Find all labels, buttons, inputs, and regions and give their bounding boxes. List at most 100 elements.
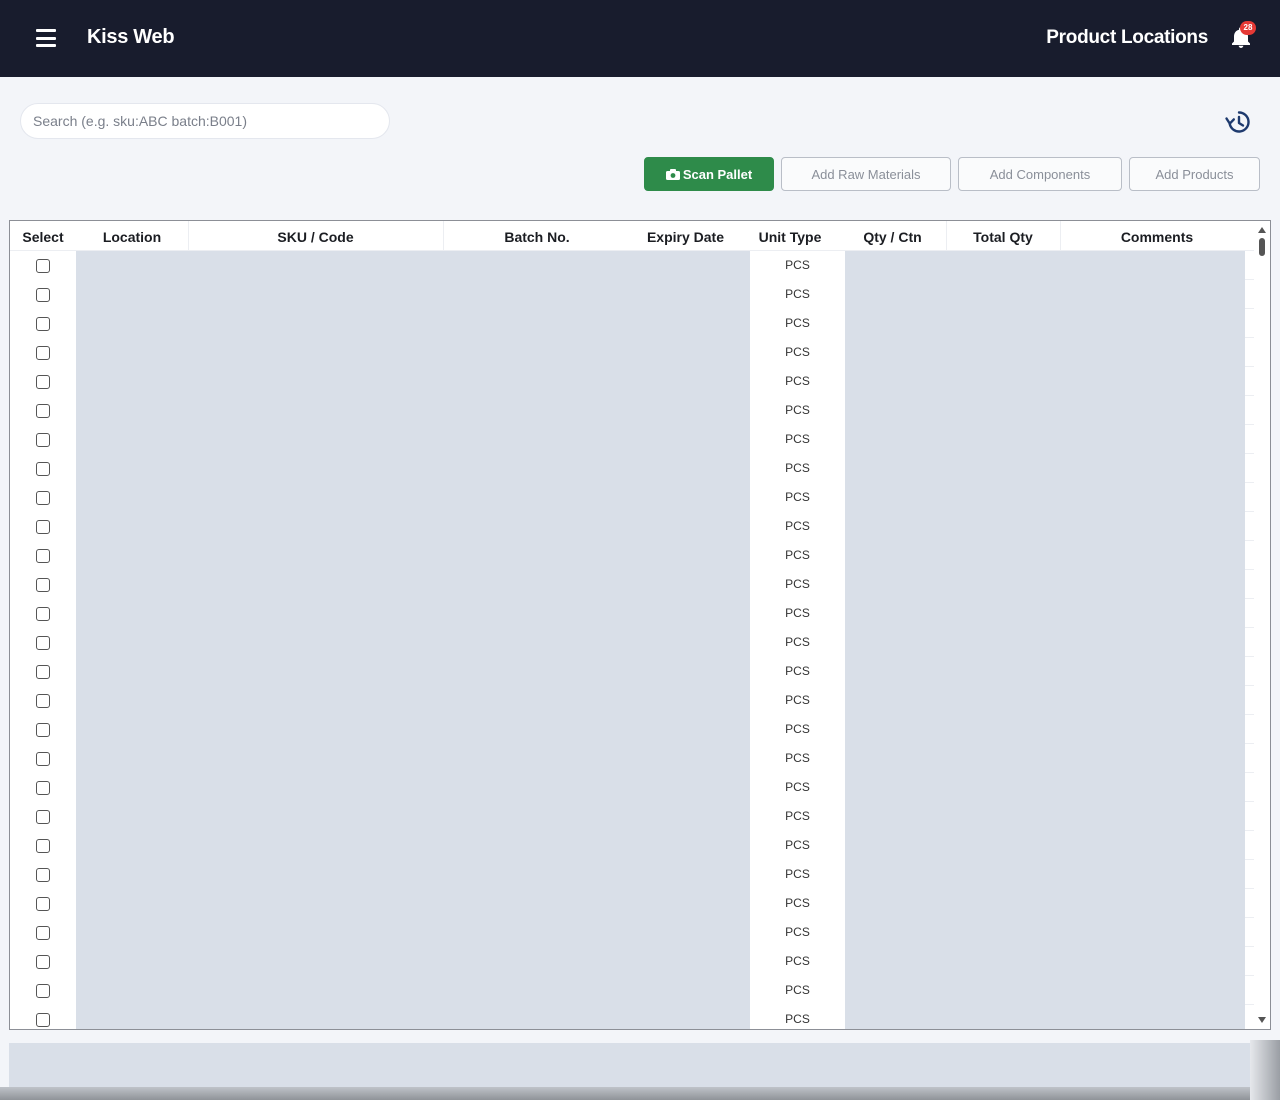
row-select-checkbox[interactable] <box>36 984 50 998</box>
search-input[interactable] <box>20 103 390 139</box>
row-select-checkbox[interactable] <box>36 926 50 940</box>
row-select-checkbox[interactable] <box>36 1013 50 1027</box>
app-title: Kiss Web <box>87 26 175 48</box>
row-select-checkbox[interactable] <box>36 636 50 650</box>
column-header-location[interactable]: Location <box>76 221 188 251</box>
row-select-checkbox[interactable] <box>36 288 50 302</box>
column-header-batch[interactable]: Batch No. <box>443 221 631 251</box>
unit-type-cell: PCS <box>785 345 810 359</box>
row-select-checkbox[interactable] <box>36 781 50 795</box>
row-select-checkbox[interactable] <box>36 723 50 737</box>
unit-type-cell: PCS <box>785 258 810 272</box>
scan-pallet-button[interactable]: Scan Pallet <box>644 157 774 191</box>
row-select-checkbox[interactable] <box>36 462 50 476</box>
table-row: PCS <box>10 860 1254 889</box>
add-components-button[interactable]: Add Components <box>958 157 1122 191</box>
row-select-checkbox[interactable] <box>36 404 50 418</box>
notifications-button[interactable]: 28 <box>1230 21 1256 50</box>
scroll-down-arrow-icon[interactable] <box>1258 1017 1266 1023</box>
history-button[interactable] <box>1224 108 1252 136</box>
history-icon <box>1225 111 1250 133</box>
hamburger-menu-icon[interactable] <box>36 29 56 47</box>
row-select-checkbox[interactable] <box>36 955 50 969</box>
page-title: Product Locations <box>1046 27 1208 48</box>
row-select-checkbox[interactable] <box>36 607 50 621</box>
row-select-checkbox[interactable] <box>36 549 50 563</box>
table-row: PCS <box>10 744 1254 773</box>
table-row: PCS <box>10 512 1254 541</box>
unit-type-cell: PCS <box>785 983 810 997</box>
table-row: PCS <box>10 831 1254 860</box>
unit-type-cell: PCS <box>785 1012 810 1026</box>
column-header-expiry[interactable]: Expiry Date <box>631 221 740 251</box>
unit-type-cell: PCS <box>785 635 810 649</box>
row-select-checkbox[interactable] <box>36 259 50 273</box>
unit-type-cell: PCS <box>785 432 810 446</box>
unit-type-cell: PCS <box>785 954 810 968</box>
unit-type-cell: PCS <box>785 287 810 301</box>
vertical-scrollbar[interactable] <box>1254 221 1270 1029</box>
unit-type-cell: PCS <box>785 809 810 823</box>
unit-type-cell: PCS <box>785 548 810 562</box>
scrollbar-thumb[interactable] <box>1259 238 1265 256</box>
row-select-checkbox[interactable] <box>36 868 50 882</box>
unit-type-cell: PCS <box>785 374 810 388</box>
column-header-select[interactable]: Select <box>10 221 76 251</box>
row-select-checkbox[interactable] <box>36 752 50 766</box>
table-row: PCS <box>10 338 1254 367</box>
table-row: PCS <box>10 541 1254 570</box>
table-row: PCS <box>10 686 1254 715</box>
unit-type-cell: PCS <box>785 403 810 417</box>
table-row: PCS <box>10 773 1254 802</box>
row-select-checkbox[interactable] <box>36 897 50 911</box>
notification-count-badge: 28 <box>1240 21 1256 35</box>
row-select-checkbox[interactable] <box>36 839 50 853</box>
corner-shadow <box>1250 1040 1280 1100</box>
product-locations-table: Select Location SKU / Code Batch No. Exp… <box>9 220 1271 1030</box>
unit-type-cell: PCS <box>785 519 810 533</box>
row-select-checkbox[interactable] <box>36 694 50 708</box>
table-row: PCS <box>10 918 1254 947</box>
row-select-checkbox[interactable] <box>36 578 50 592</box>
row-select-checkbox[interactable] <box>36 520 50 534</box>
camera-icon <box>665 168 680 180</box>
table-row: PCS <box>10 251 1254 280</box>
row-select-checkbox[interactable] <box>36 665 50 679</box>
top-app-bar: Kiss Web Product Locations 28 <box>0 0 1280 77</box>
unit-type-cell: PCS <box>785 606 810 620</box>
table-row: PCS <box>10 280 1254 309</box>
table-row: PCS <box>10 628 1254 657</box>
unit-type-cell: PCS <box>785 722 810 736</box>
table-row: PCS <box>10 1005 1254 1029</box>
row-select-checkbox[interactable] <box>36 346 50 360</box>
table-row: PCS <box>10 657 1254 686</box>
unit-type-cell: PCS <box>785 664 810 678</box>
unit-type-cell: PCS <box>785 896 810 910</box>
unit-type-cell: PCS <box>785 577 810 591</box>
unit-type-cell: PCS <box>785 693 810 707</box>
table-row: PCS <box>10 599 1254 628</box>
table-row: PCS <box>10 976 1254 1005</box>
column-header-total-qty[interactable]: Total Qty <box>946 221 1060 251</box>
row-select-checkbox[interactable] <box>36 810 50 824</box>
unit-type-cell: PCS <box>785 461 810 475</box>
column-header-sku[interactable]: SKU / Code <box>188 221 443 251</box>
column-header-comments[interactable]: Comments <box>1060 221 1254 251</box>
row-select-checkbox[interactable] <box>36 433 50 447</box>
column-header-qty-ctn[interactable]: Qty / Ctn <box>845 221 940 251</box>
add-products-button[interactable]: Add Products <box>1129 157 1260 191</box>
table-row: PCS <box>10 570 1254 599</box>
table-row: PCS <box>10 309 1254 338</box>
row-select-checkbox[interactable] <box>36 317 50 331</box>
add-raw-materials-button[interactable]: Add Raw Materials <box>781 157 951 191</box>
table-body: PCS PCS PCS PCS PCS PCS PCS PCS PCS PCS PCS PCS PCS P… <box>10 251 1254 1029</box>
bottom-shadow <box>0 1087 1280 1100</box>
unit-type-cell: PCS <box>785 316 810 330</box>
table-row: PCS <box>10 947 1254 976</box>
row-select-checkbox[interactable] <box>36 491 50 505</box>
table-header: Select Location SKU / Code Batch No. Exp… <box>10 221 1254 251</box>
column-header-unit-type[interactable]: Unit Type <box>746 221 834 251</box>
row-select-checkbox[interactable] <box>36 375 50 389</box>
scan-pallet-label: Scan Pallet <box>682 166 753 182</box>
scroll-up-arrow-icon[interactable] <box>1258 227 1266 233</box>
